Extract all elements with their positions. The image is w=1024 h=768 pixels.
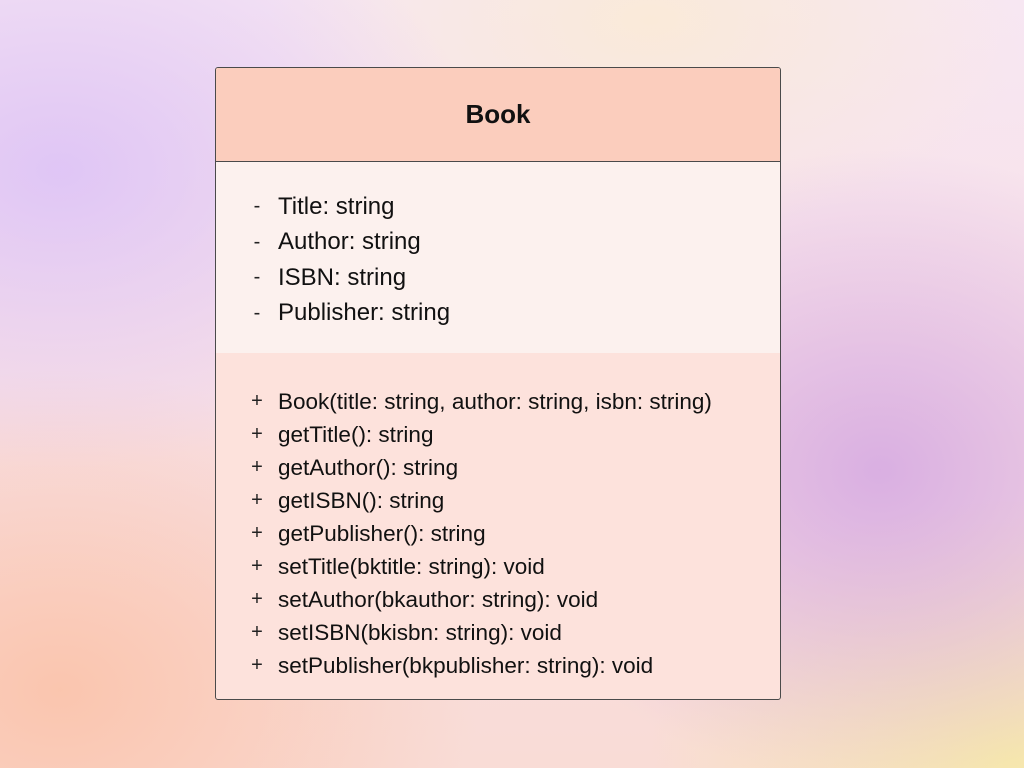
attributes-section: - Title: string - Author: string - ISBN:… (216, 162, 780, 353)
visibility-marker: - (253, 195, 261, 218)
attribute-row: - Publisher: string (216, 296, 780, 332)
method-row: + getPublisher(): string (216, 517, 780, 550)
visibility-marker: + (251, 621, 263, 643)
method-text: getISBN(): string (278, 487, 445, 513)
method-text: setISBN(bkisbn: string): void (278, 619, 562, 645)
method-row: + getAuthor(): string (216, 451, 780, 484)
uml-class-box: Book - Title: string - Author: string - … (215, 67, 781, 700)
visibility-marker: - (253, 266, 261, 289)
class-header: Book (216, 68, 780, 162)
visibility-marker: + (251, 588, 263, 610)
method-text: getPublisher(): string (278, 520, 486, 546)
visibility-marker: + (251, 522, 263, 544)
attribute-text: Author: string (278, 228, 421, 256)
methods-section: + Book(title: string, author: string, is… (216, 353, 780, 682)
attribute-row: - Title: string (216, 189, 780, 225)
visibility-marker: - (253, 230, 261, 253)
method-row: + setAuthor(bkauthor: string): void (216, 583, 780, 616)
method-row: + setISBN(bkisbn: string): void (216, 616, 780, 649)
method-row: + getTitle(): string (216, 418, 780, 451)
attribute-text: ISBN: string (278, 263, 407, 291)
visibility-marker: + (251, 489, 263, 511)
attribute-row: - Author: string (216, 225, 780, 261)
method-row: + setPublisher(bkpublisher: string): voi… (216, 649, 780, 682)
method-row: + Book(title: string, author: string, is… (216, 385, 780, 418)
visibility-marker: + (251, 423, 263, 445)
visibility-marker: + (251, 654, 263, 676)
method-row: + setTitle(bktitle: string): void (216, 550, 780, 583)
attribute-text: Title: string (278, 192, 395, 220)
visibility-marker: - (253, 301, 261, 324)
method-text: setAuthor(bkauthor: string): void (278, 586, 599, 612)
class-name: Book (465, 99, 531, 129)
visibility-marker: + (251, 555, 263, 577)
method-text: setPublisher(bkpublisher: string): void (278, 652, 654, 678)
attribute-text: Publisher: string (278, 299, 451, 327)
method-text: getAuthor(): string (278, 454, 459, 480)
visibility-marker: + (251, 390, 263, 412)
method-text: getTitle(): string (278, 421, 434, 447)
method-text: setTitle(bktitle: string): void (278, 553, 545, 579)
attribute-row: - ISBN: string (216, 260, 780, 296)
method-text: Book(title: string, author: string, isbn… (278, 388, 712, 414)
method-row: + getISBN(): string (216, 484, 780, 517)
visibility-marker: + (251, 456, 263, 478)
